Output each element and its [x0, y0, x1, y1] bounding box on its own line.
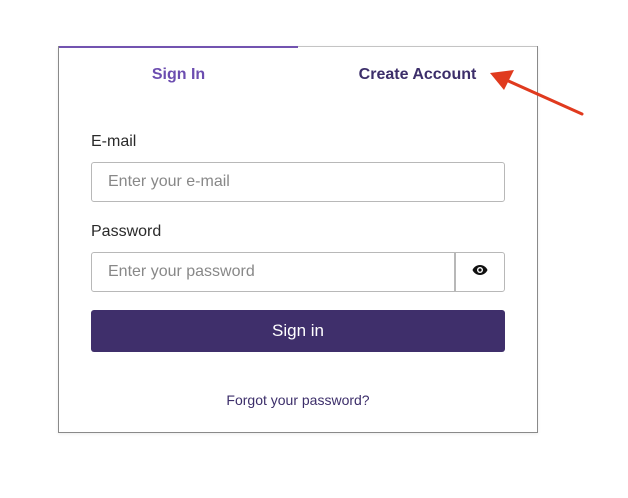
email-label: E-mail: [91, 133, 137, 150]
auth-card: Sign In Create Account E-mail Password S…: [58, 46, 538, 433]
password-input[interactable]: [91, 252, 455, 292]
forgot-password-link[interactable]: Forgot your password?: [59, 392, 537, 408]
email-input[interactable]: [91, 162, 505, 202]
tab-sign-in[interactable]: Sign In: [59, 46, 298, 102]
page: Sign In Create Account E-mail Password S…: [0, 0, 628, 498]
annotation-arrow-icon: [490, 70, 584, 116]
show-password-button[interactable]: [455, 252, 505, 292]
auth-tabs: Sign In Create Account: [59, 46, 537, 102]
password-label: Password: [91, 223, 162, 240]
eye-icon: [472, 263, 488, 281]
sign-in-button[interactable]: Sign in: [91, 310, 505, 352]
